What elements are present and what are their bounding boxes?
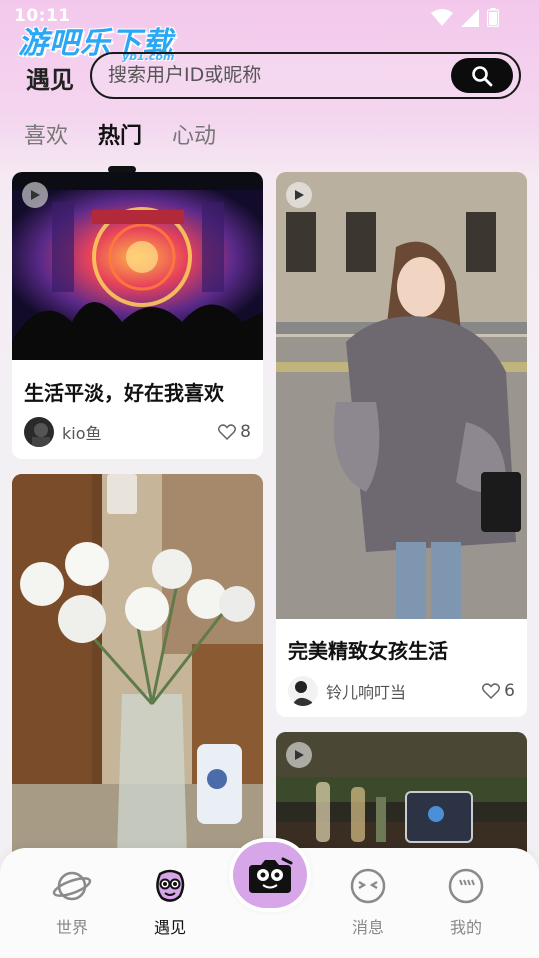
page-title: 遇见 [26,66,74,94]
play-icon [286,182,312,208]
message-face-icon [350,868,386,904]
battery-icon [487,8,499,27]
wifi-icon [431,8,453,26]
heart-icon [218,424,237,440]
feed-card[interactable]: 生活平淡，好在我喜欢 kio鱼 8 [12,172,263,459]
like-count[interactable]: 6 [482,681,515,701]
like-count-value: 6 [504,681,515,701]
nav-label: 消息 [351,918,384,937]
card-author[interactable]: kio鱼 [24,417,102,447]
author-name: kio鱼 [62,424,102,443]
tab-like[interactable]: 喜欢 [24,118,68,150]
flowers-photo [12,474,263,874]
card-author[interactable]: 铃儿响叮当 [288,676,406,706]
card-title: 完美精致女孩生活 [288,639,448,663]
like-count-value: 8 [240,422,251,442]
search-button[interactable] [451,58,513,93]
like-count[interactable]: 8 [218,422,251,442]
heart-icon [482,683,501,699]
concert-photo [12,172,263,360]
feed-tabs: 喜欢 热门 心动 [24,118,216,150]
fashion-photo [276,172,527,619]
planet-icon [52,871,92,901]
profile-face-icon [448,868,484,904]
card-title: 生活平淡，好在我喜欢 [24,381,224,405]
nav-messages[interactable]: 消息 [338,866,398,938]
nav-label: 世界 [55,918,88,937]
tab-heartbeat[interactable]: 心动 [172,118,216,150]
nav-label: 我的 [449,918,482,937]
nav-meet[interactable]: 遇见 [140,866,200,938]
nav-label: 遇见 [153,918,186,937]
play-icon [22,182,48,208]
tab-hot[interactable]: 热门 [98,118,142,150]
nav-world[interactable]: 世界 [42,866,102,938]
camera-button[interactable] [229,838,311,912]
avatar [288,676,318,706]
play-icon [286,742,312,768]
camera-button-bg [233,842,307,908]
signal-icon [461,8,479,27]
status-icons [431,8,499,27]
avatar [24,417,54,447]
author-name: 铃儿响叮当 [326,683,407,702]
search-icon [472,65,493,86]
camera-icon [249,857,293,893]
search-bar[interactable] [90,52,521,99]
nav-profile[interactable]: 我的 [436,866,496,938]
feed-card[interactable] [12,474,263,874]
meet-mascot-icon [156,869,185,902]
search-input[interactable] [108,54,428,96]
feed-card[interactable]: 完美精致女孩生活 铃儿响叮当 6 [276,172,527,717]
